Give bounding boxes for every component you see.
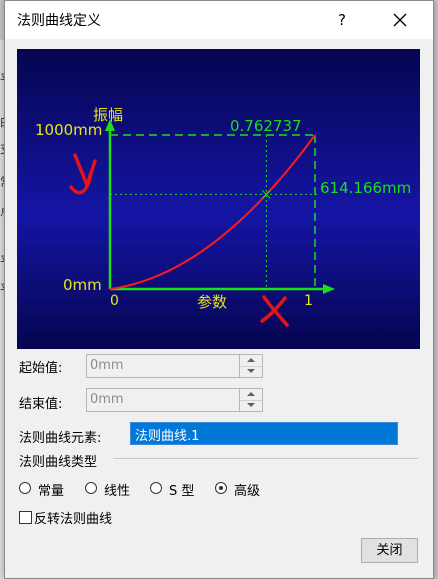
group-divider — [113, 458, 418, 459]
law-type-group-label: 法则曲线类型 — [19, 455, 98, 470]
law-element-value: 法则曲线.1 — [135, 429, 200, 444]
close-icon — [393, 13, 407, 27]
end-decrement-button[interactable] — [240, 400, 262, 411]
window-close-button[interactable] — [385, 7, 415, 33]
x-axis-label: 参数 — [197, 293, 227, 311]
radio-icon — [85, 482, 97, 494]
invert-law-label: 反转法则曲线 — [34, 512, 113, 527]
start-value-input[interactable]: 0mm — [90, 358, 124, 373]
end-value-label: 结束值: — [19, 397, 63, 412]
x-min-label: 0 — [110, 293, 119, 309]
invert-law-checkbox[interactable] — [19, 511, 32, 524]
law-curve-chart: 振幅 1000mm 0mm 0 1 参数 0.762737 614.166mm — [17, 49, 420, 349]
point-param-label: 0.762737 — [230, 117, 302, 135]
radio-icon — [150, 482, 162, 494]
radio-label: 线性 — [104, 484, 131, 499]
end-value-stepper[interactable]: 0mm — [86, 388, 263, 412]
radio-label: S 型 — [169, 484, 195, 499]
end-value-input[interactable]: 0mm — [90, 392, 124, 407]
law-element-field[interactable]: 法则曲线.1 — [130, 422, 398, 445]
x-max-label: 1 — [304, 293, 313, 309]
help-button[interactable]: ? — [331, 9, 353, 31]
y-min-label: 0mm — [63, 276, 102, 294]
start-decrement-button[interactable] — [240, 366, 262, 377]
point-value-label: 614.166mm — [320, 179, 411, 197]
chevron-up-icon — [247, 358, 255, 362]
law-element-label: 法则曲线元素: — [19, 431, 102, 446]
chevron-up-icon — [247, 392, 255, 396]
title-bar[interactable]: 法则曲线定义 ? — [5, 1, 433, 39]
y-max-label: 1000mm — [35, 121, 102, 139]
chevron-down-icon — [247, 403, 255, 407]
start-value-label: 起始值: — [19, 361, 63, 376]
start-value-stepper[interactable]: 0mm — [86, 354, 263, 378]
close-button[interactable]: 关闭 — [361, 538, 418, 563]
radio-icon — [19, 482, 31, 494]
radio-label: 常量 — [38, 484, 65, 499]
radio-selected-icon — [215, 482, 227, 494]
radio-label: 高级 — [234, 484, 261, 499]
law-curve-dialog: 法则曲线定义 ? 振幅 1000mm 0mm 0 1 参数 0.762737 6… — [4, 0, 434, 579]
chevron-down-icon — [247, 369, 255, 373]
window-title: 法则曲线定义 — [17, 13, 101, 29]
